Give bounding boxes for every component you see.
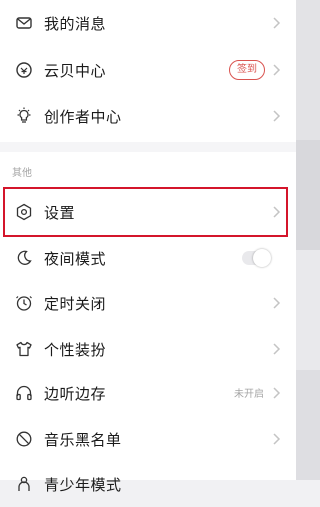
menu-item-music-blacklist[interactable]: 音乐黑名单 [0,416,296,462]
chevron-right-icon [270,62,282,78]
menu-item-listen-and-save[interactable]: 边听边存 未开启 [0,370,296,416]
side-drawer: 我的消息 云贝中心 签到 创作者中心 其他 设置 夜间模式 定时关闭 个性装扮 … [0,0,296,494]
chevron-right-icon [270,295,282,311]
menu-item-teen-mode[interactable]: 青少年模式 [0,461,296,507]
sign-in-badge[interactable]: 签到 [229,60,265,80]
bulb-icon [13,105,35,127]
menu-item-night-mode[interactable]: 夜间模式 [0,235,296,281]
clock-icon [13,292,35,314]
menu-item-label: 创作者中心 [44,107,122,126]
section-label-other: 其他 [12,168,32,179]
tshirt-icon [13,338,35,360]
menu-item-sleep-timer[interactable]: 定时关闭 [0,280,296,326]
toggle-knob [253,249,271,267]
settings-highlight-box [3,187,288,237]
dimmed-background-content [296,0,320,480]
moon-icon [13,247,35,269]
menu-item-label: 青少年模式 [44,475,122,494]
menu-item-dress-up[interactable]: 个性装扮 [0,326,296,372]
coin-icon [13,59,35,81]
chevron-right-icon [270,15,282,31]
chevron-right-icon [270,385,282,401]
menu-item-creator-center[interactable]: 创作者中心 [0,93,296,139]
block-icon [13,428,35,450]
menu-item-label: 云贝中心 [44,61,107,80]
chevron-right-icon [270,108,282,124]
mail-icon [13,12,35,34]
child-icon [13,473,35,495]
menu-item-label: 边听边存 [44,384,107,403]
section-divider [0,142,296,152]
night-mode-toggle[interactable] [242,249,271,267]
menu-item-label: 夜间模式 [44,249,107,268]
headphones-icon [13,382,35,404]
menu-item-label: 音乐黑名单 [44,430,122,449]
chevron-right-icon [270,341,282,357]
menu-item-messages[interactable]: 我的消息 [0,0,296,46]
menu-item-label: 个性装扮 [44,340,107,359]
menu-item-label: 定时关闭 [44,294,107,313]
status-text: 未开启 [234,389,264,400]
chevron-right-icon [270,431,282,447]
menu-item-label: 我的消息 [44,14,107,33]
menu-item-cloud-coin[interactable]: 云贝中心 签到 [0,47,296,93]
